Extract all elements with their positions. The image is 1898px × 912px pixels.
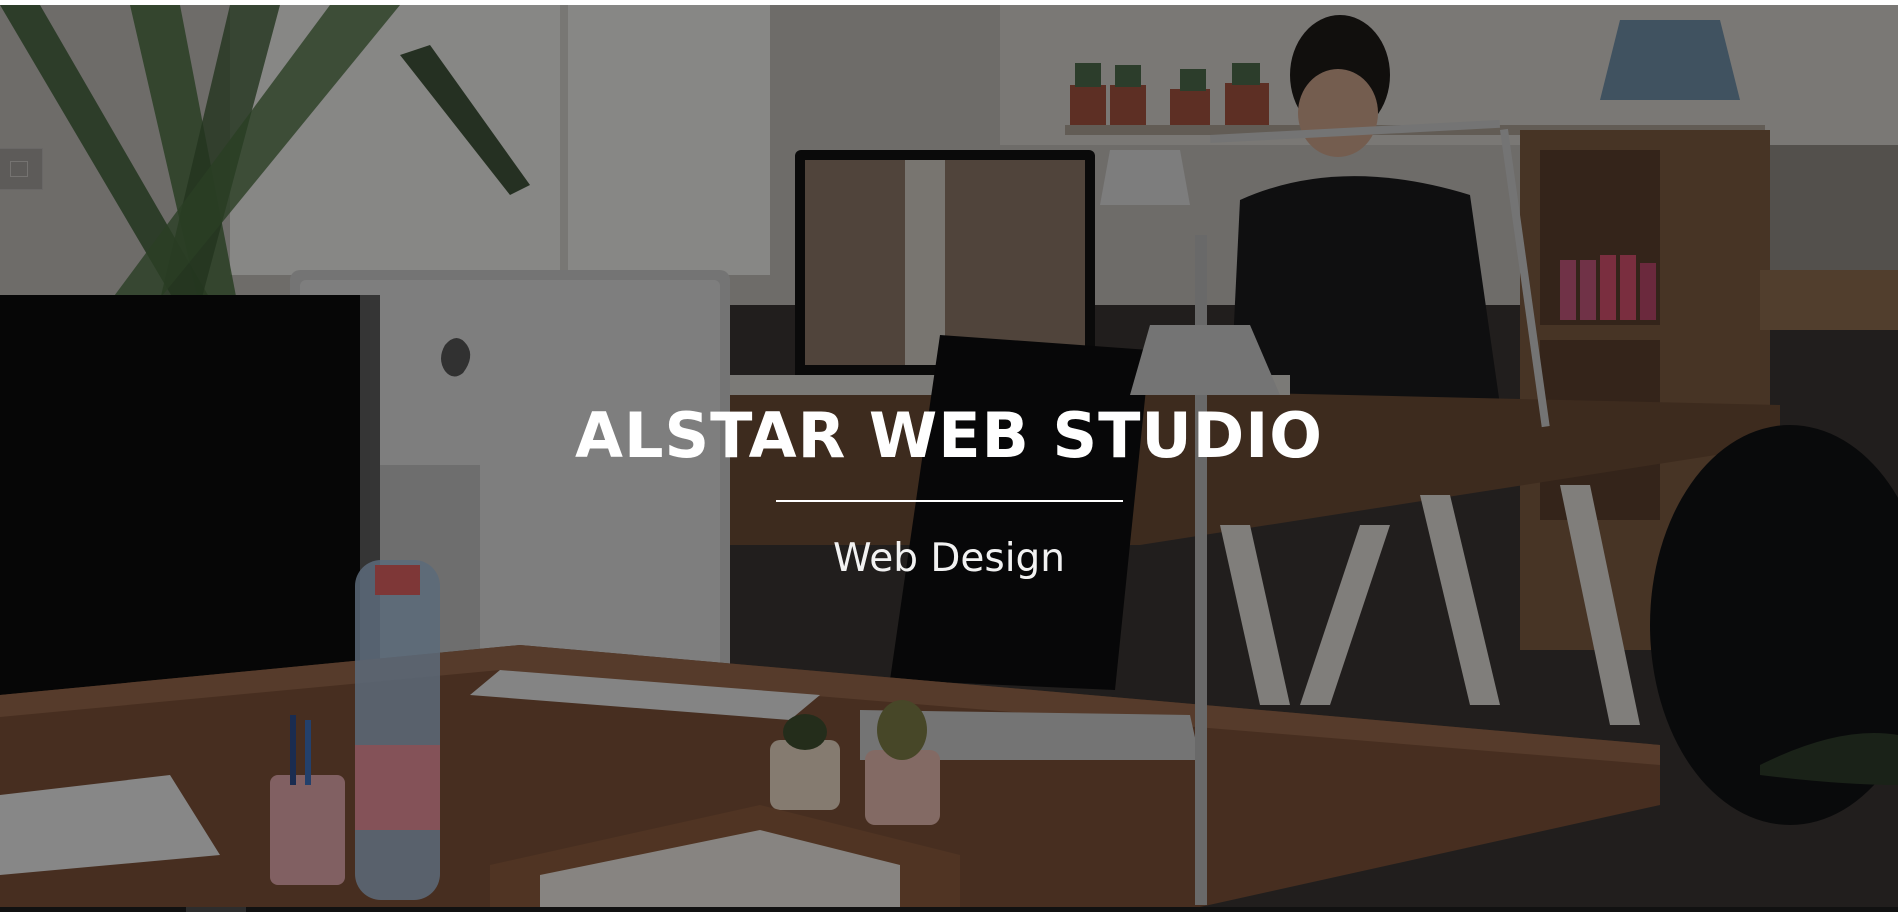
side-tab-icon[interactable]	[0, 148, 43, 190]
hero-subtitle: Web Design	[832, 536, 1066, 581]
hero-content: ALSTAR WEB STUDIO Web Design	[0, 399, 1898, 582]
hero-section: ALSTAR WEB STUDIO Web Design	[0, 5, 1898, 907]
title-divider	[775, 500, 1123, 502]
horizontal-scrollbar[interactable]	[0, 907, 1898, 912]
hero-title: ALSTAR WEB STUDIO	[574, 399, 1324, 472]
scrollbar-thumb[interactable]	[186, 907, 246, 912]
